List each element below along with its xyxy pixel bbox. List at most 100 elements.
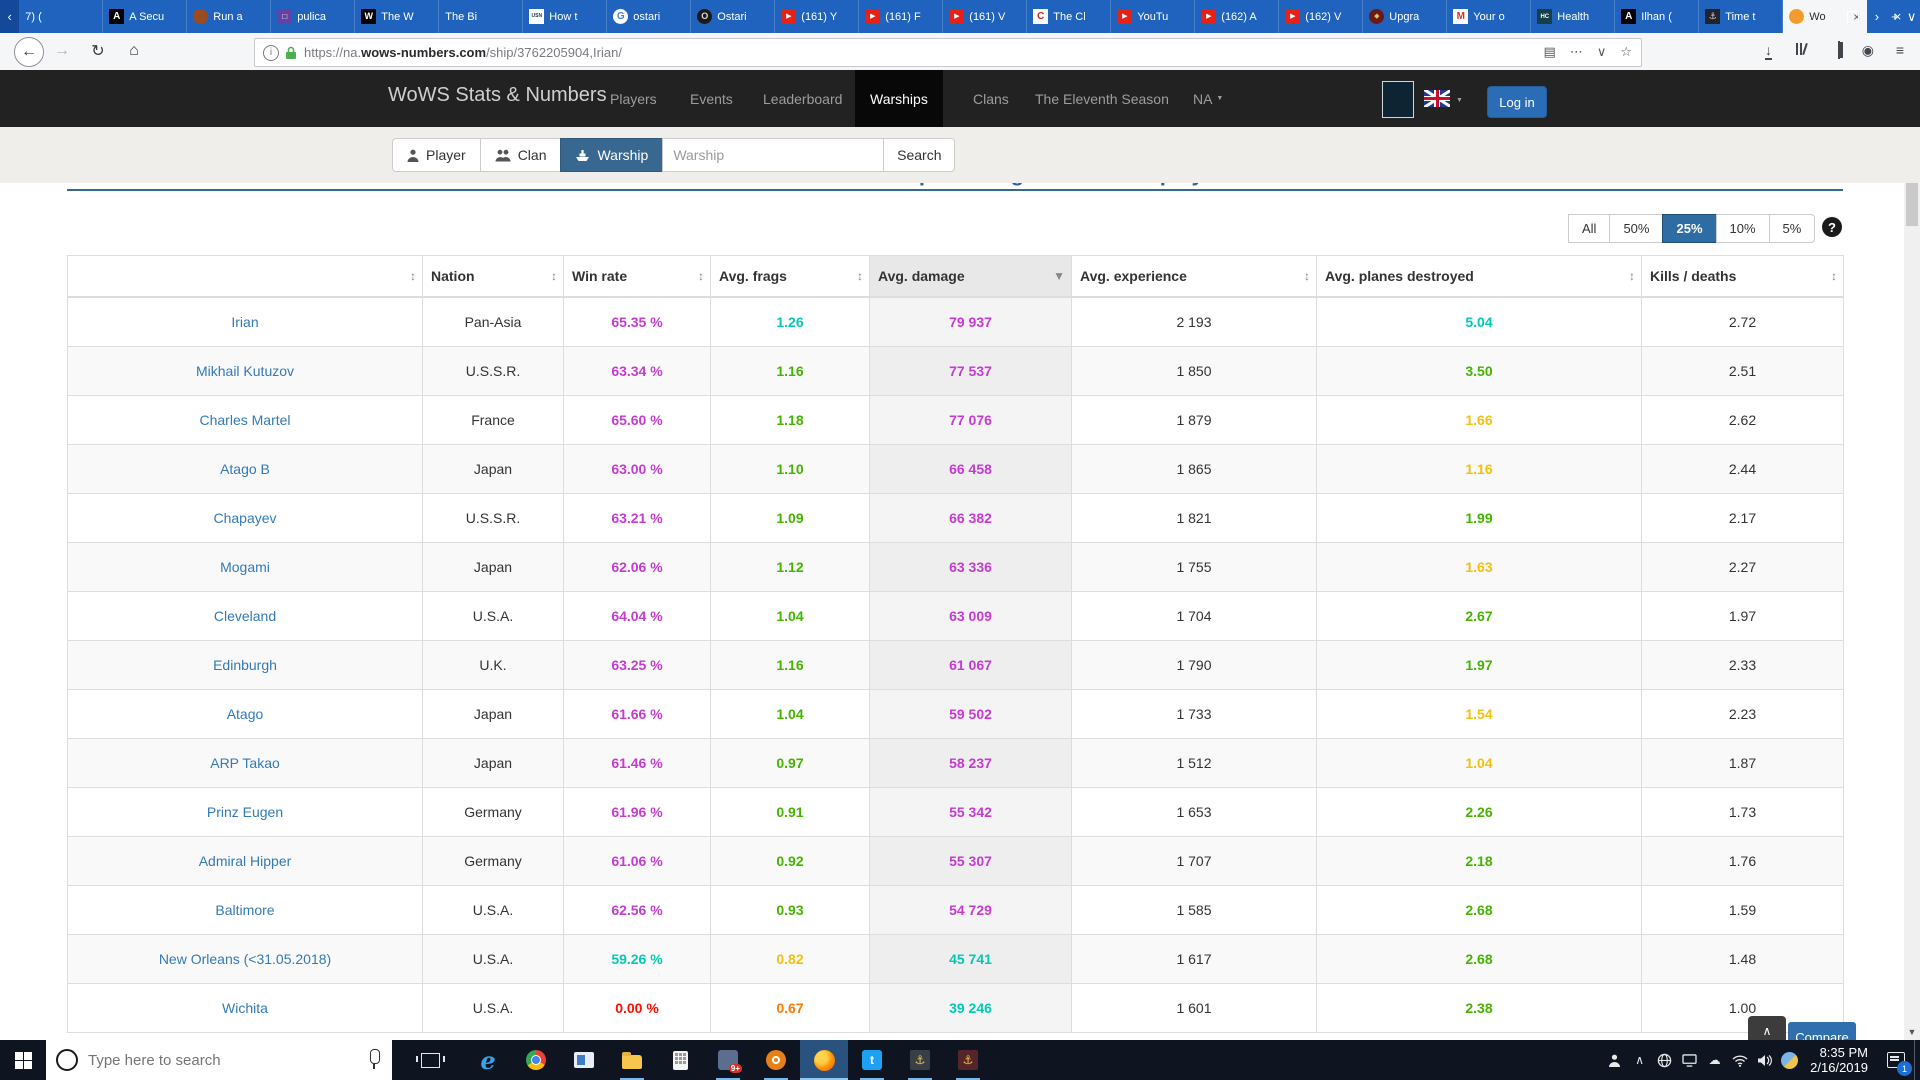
monitor-tray-icon[interactable]	[1677, 1040, 1702, 1080]
nav-players[interactable]: Players	[595, 70, 672, 127]
navbar-search-box[interactable]	[1382, 81, 1414, 118]
filter-button[interactable]: 50%	[1609, 214, 1663, 243]
search-button[interactable]: Search	[883, 138, 956, 172]
contacts-app-icon[interactable]	[560, 1040, 608, 1080]
window-minimize-button[interactable]: –	[1785, 0, 1830, 33]
account-icon[interactable]: ◉	[1862, 42, 1874, 59]
reader-view-icon[interactable]: ▤	[1544, 44, 1556, 60]
filter-button[interactable]: 25%	[1662, 214, 1716, 243]
filter-button[interactable]: All	[1568, 214, 1610, 243]
ship-link[interactable]: Wichita	[222, 1000, 268, 1016]
browser-tab[interactable]: ▶ YouTu	[1111, 0, 1196, 33]
start-button[interactable]	[0, 1040, 46, 1080]
browser-tab[interactable]: G ostari	[607, 0, 692, 33]
nav-leaderboard[interactable]: Leaderboard	[748, 70, 857, 127]
network-globe-icon[interactable]	[1652, 1040, 1677, 1080]
browser-tab[interactable]: ⚓ Time t	[1699, 0, 1784, 33]
chrome-icon[interactable]	[512, 1040, 560, 1080]
browser-tab[interactable]: 7) (	[19, 0, 104, 33]
sort-icon[interactable]: ↕	[857, 269, 863, 283]
sort-icon[interactable]: ↕	[410, 269, 416, 283]
column-header[interactable]: Win rate ↕	[563, 255, 711, 298]
wows-game-icon[interactable]: ⚓	[896, 1040, 944, 1080]
browser-tab[interactable]: C The Cl	[1027, 0, 1112, 33]
filter-button[interactable]: 10%	[1715, 214, 1769, 243]
page-actions-icon[interactable]: ⋯	[1570, 44, 1583, 60]
ship-link[interactable]: Chapayev	[213, 510, 276, 526]
sort-icon[interactable]: ↕	[1304, 269, 1310, 283]
nav-eleventh-season[interactable]: The Eleventh Season	[1020, 70, 1184, 127]
sort-icon[interactable]: ↕	[1831, 269, 1837, 283]
browser-tab[interactable]: ◆ Upgra	[1363, 0, 1448, 33]
ship-link[interactable]: New Orleans (<31.05.2018)	[159, 951, 331, 967]
sort-icon[interactable]: ↕	[551, 269, 557, 283]
hidden-icons-chevron[interactable]: ∧	[1627, 1040, 1652, 1080]
column-header[interactable]: Avg. experience ↕	[1071, 255, 1317, 298]
url-bar[interactable]: i https://na.wows-numbers.com/ship/37622…	[254, 38, 1642, 67]
ship-link[interactable]: Irian	[231, 314, 258, 330]
browser-tab[interactable]: ▶ (162) V	[1279, 0, 1364, 33]
window-restore-button[interactable]	[1830, 0, 1875, 33]
browser-tab[interactable]: □ pulica	[271, 0, 356, 33]
browser-tab[interactable]: W The W	[355, 0, 440, 33]
edge-icon[interactable]: e	[464, 1040, 512, 1080]
ship-link[interactable]: Atago B	[220, 461, 270, 477]
ship-link[interactable]: Atago	[227, 706, 264, 722]
onedrive-cloud-icon[interactable]: ☁	[1702, 1040, 1727, 1080]
ship-link[interactable]: Edinburgh	[213, 657, 277, 673]
sidebar-icon[interactable]	[1838, 41, 1840, 59]
wows-launcher-icon[interactable]: ⚓	[944, 1040, 992, 1080]
browser-tab[interactable]: ▶ (161) Y	[775, 0, 860, 33]
column-header[interactable]: ↕	[67, 255, 423, 298]
back-button[interactable]: ←	[14, 37, 44, 67]
menu-icon[interactable]: ≡	[1896, 42, 1904, 58]
browser-tab[interactable]: ▶ (161) V	[943, 0, 1028, 33]
weather-tray-icon[interactable]	[1777, 1040, 1802, 1080]
ship-link[interactable]: Charles Martel	[199, 412, 290, 428]
sort-icon[interactable]: ↕	[698, 269, 704, 283]
column-header[interactable]: Avg. damage ▼	[869, 255, 1072, 298]
nav-warships[interactable]: Warships	[855, 70, 943, 127]
nav-region-dropdown[interactable]: NA ▼	[1178, 70, 1238, 127]
target-app-icon[interactable]	[752, 1040, 800, 1080]
language-caret-icon[interactable]: ▼	[1456, 97, 1463, 104]
nav-clans[interactable]: Clans	[958, 70, 1024, 127]
ship-link[interactable]: Cleveland	[214, 608, 276, 624]
browser-tab[interactable]: ▶ (162) A	[1195, 0, 1280, 33]
search-tab-clan[interactable]: Clan	[479, 138, 561, 172]
pocket-icon[interactable]: ∨	[1597, 44, 1607, 60]
sort-icon[interactable]: ↕	[1629, 269, 1635, 283]
messages-app-icon[interactable]	[704, 1040, 752, 1080]
library-icon[interactable]	[1796, 42, 1808, 58]
browser-tab[interactable]: ▶ (161) F	[859, 0, 944, 33]
reload-icon[interactable]: ↻	[84, 37, 112, 65]
browser-tab[interactable]: A A Secu	[103, 0, 188, 33]
ship-link[interactable]: Mogami	[220, 559, 270, 575]
taskbar-clock[interactable]: 8:35 PM 2/16/2019	[1802, 1045, 1878, 1075]
language-flag-icon[interactable]	[1424, 90, 1450, 107]
browser-tab[interactable]: HC Health	[1531, 0, 1616, 33]
page-scrollbar[interactable]: ▲ ▼	[1904, 70, 1920, 1040]
search-tab-warship[interactable]: Warship	[560, 138, 663, 172]
site-info-icon[interactable]: i	[263, 44, 279, 61]
search-tab-player[interactable]: Player	[392, 138, 480, 172]
filter-button[interactable]: 5%	[1768, 214, 1816, 243]
browser-tab[interactable]: M Your o	[1447, 0, 1532, 33]
tab-scroll-left-icon[interactable]: ‹	[0, 0, 20, 33]
twitter-icon[interactable]: t	[848, 1040, 896, 1080]
volume-icon[interactable]	[1752, 1040, 1777, 1080]
browser-tab[interactable]: O Ostari	[691, 0, 776, 33]
window-close-button[interactable]: ×	[1875, 0, 1920, 33]
browser-tab[interactable]: A Ilhan (	[1615, 0, 1700, 33]
bookmark-star-icon[interactable]: ☆	[1620, 44, 1632, 60]
column-header[interactable]: Avg. planes destroyed ↕	[1316, 255, 1642, 298]
microphone-icon[interactable]	[370, 1049, 380, 1069]
sort-icon[interactable]: ▼	[1053, 269, 1065, 283]
wifi-icon[interactable]	[1727, 1040, 1752, 1080]
ship-link[interactable]: Mikhail Kutuzov	[196, 363, 294, 379]
help-icon[interactable]: ?	[1822, 217, 1842, 237]
scrollbar-down-icon[interactable]: ▼	[1904, 1027, 1920, 1037]
taskbar-search[interactable]	[46, 1040, 392, 1080]
browser-tab[interactable]: The Bi	[439, 0, 524, 33]
firefox-icon[interactable]	[800, 1040, 848, 1080]
